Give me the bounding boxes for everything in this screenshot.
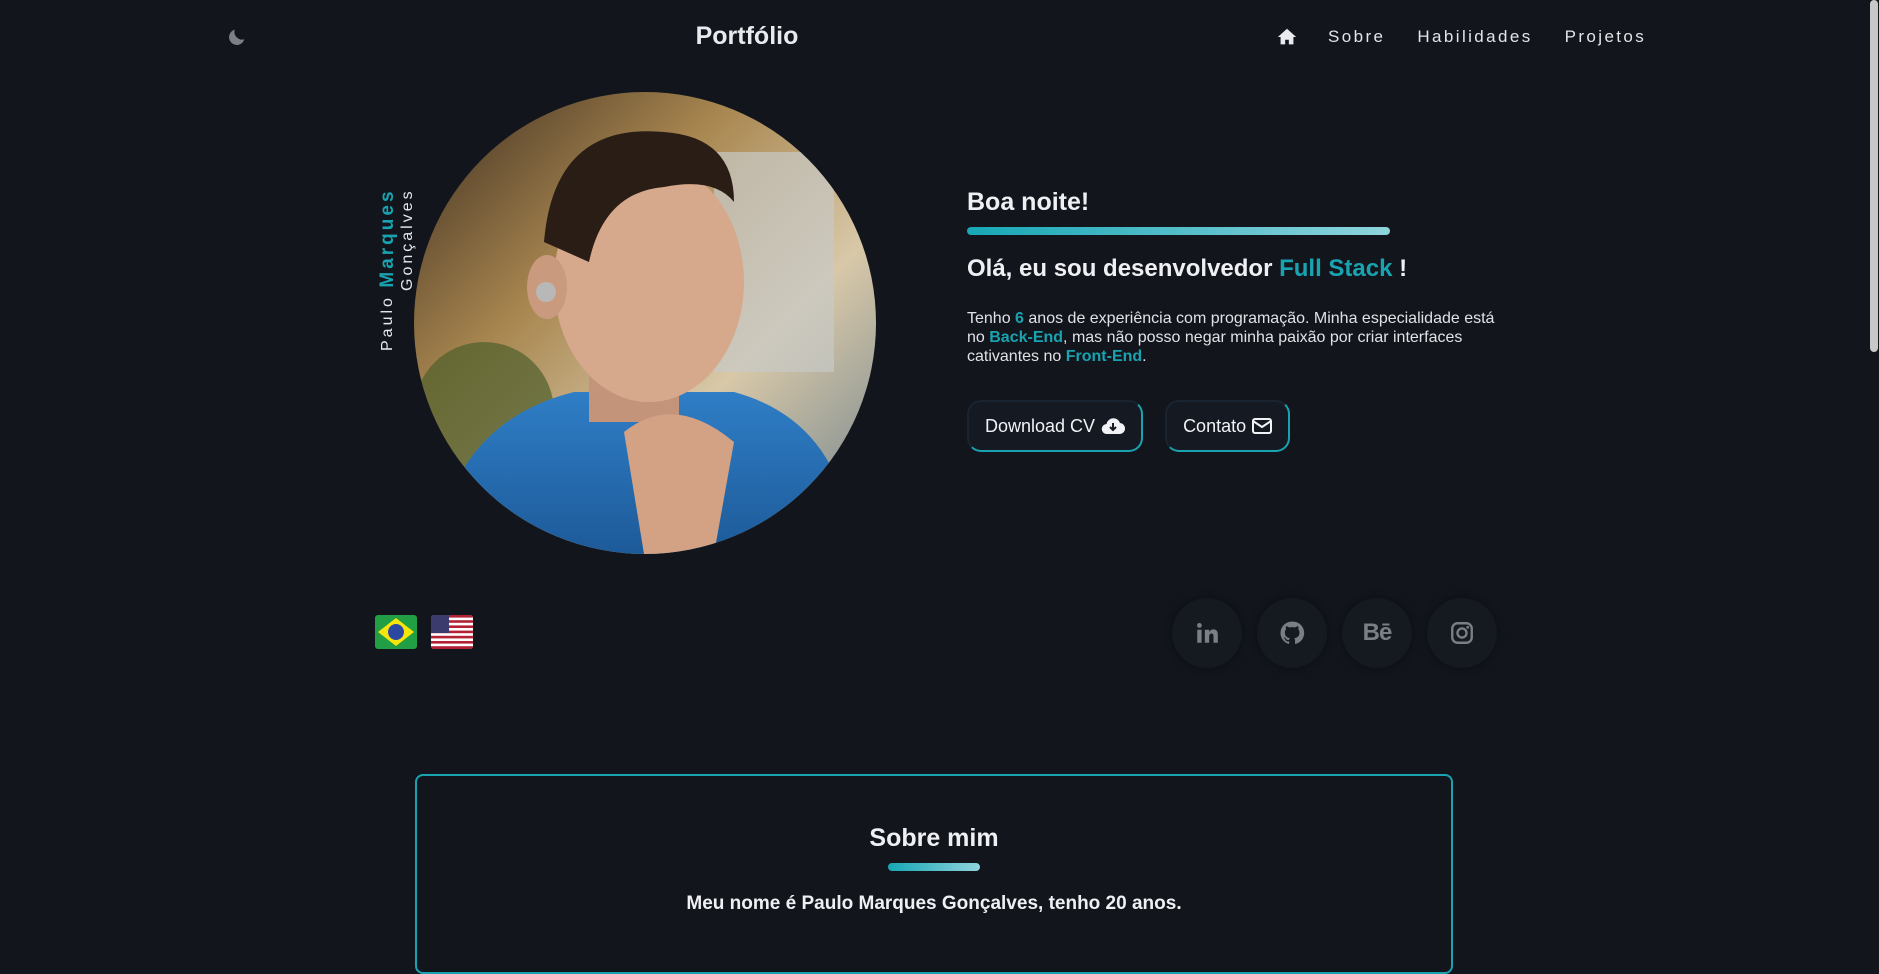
headline-prefix: Olá, eu sou desenvolvedor: [967, 255, 1280, 282]
hero-description: Tenho 6 anos de experiência com programa…: [967, 309, 1507, 366]
brazil-flag-icon[interactable]: [375, 615, 417, 649]
first-name: Paulo: [379, 294, 396, 351]
behance-icon: Bē: [1362, 619, 1393, 646]
headline-suffix: !: [1392, 255, 1408, 282]
language-switcher: [375, 615, 487, 649]
scrollbar-thumb[interactable]: [1870, 0, 1878, 352]
about-intro: Meu nome é Paulo Marques Gonçalves, tenh…: [686, 893, 1182, 914]
usa-flag-icon[interactable]: [431, 615, 473, 649]
github-link[interactable]: [1257, 598, 1327, 668]
moon-icon[interactable]: [226, 26, 248, 48]
hero-buttons: Download CV Contato: [967, 400, 1507, 452]
envelope-icon: [1252, 418, 1273, 434]
about-section: Sobre mim Meu nome é Paulo Marques Gonça…: [415, 774, 1453, 974]
headline-accent: Full Stack: [1279, 255, 1393, 282]
desc-backend: Back-End: [989, 329, 1064, 346]
main-nav: Sobre Habilidades Projetos: [1276, 26, 1646, 48]
desc-text-1: Tenho: [967, 310, 1016, 327]
contact-label: Contato: [1183, 415, 1247, 436]
nav-sobre[interactable]: Sobre: [1328, 27, 1385, 47]
download-cv-button[interactable]: Download CV: [967, 400, 1144, 452]
greeting: Boa noite!: [967, 188, 1090, 216]
linkedin-link[interactable]: [1172, 598, 1242, 668]
page-scrollbar[interactable]: [1869, 0, 1879, 931]
behance-link[interactable]: Bē: [1342, 598, 1412, 668]
greeting-underline: [967, 227, 1390, 235]
nav-projetos[interactable]: Projetos: [1565, 27, 1647, 47]
cloud-download-icon: [1101, 418, 1126, 435]
home-icon[interactable]: [1276, 26, 1298, 48]
hero-section: Boa noite! Olá, eu sou desenvolvedor Ful…: [967, 188, 1507, 452]
nav-habilidades[interactable]: Habilidades: [1417, 27, 1532, 47]
github-icon: [1280, 621, 1305, 644]
vertical-name: Paulo Marques Gonçalves: [377, 188, 417, 460]
contact-button[interactable]: Contato: [1165, 400, 1291, 452]
social-links: Bē: [1172, 598, 1512, 668]
about-underline: [888, 863, 980, 871]
desc-text-4: .: [1142, 348, 1147, 365]
last-name: Gonçalves: [399, 188, 416, 291]
headline: Olá, eu sou desenvolvedor Full Stack !: [967, 255, 1507, 283]
profile-photo: [414, 92, 876, 554]
top-header: Portfólio Sobre Habilidades Projetos: [0, 0, 1869, 76]
linkedin-icon: [1197, 623, 1218, 643]
site-title[interactable]: Portfólio: [660, 22, 834, 51]
middle-name: Marques: [377, 188, 398, 288]
desc-frontend: Front-End: [1065, 348, 1143, 365]
desc-years: 6: [1015, 310, 1024, 327]
instagram-icon: [1451, 622, 1473, 644]
about-title: Sobre mim: [869, 824, 999, 852]
download-cv-label: Download CV: [985, 415, 1096, 436]
instagram-link[interactable]: [1427, 598, 1497, 668]
